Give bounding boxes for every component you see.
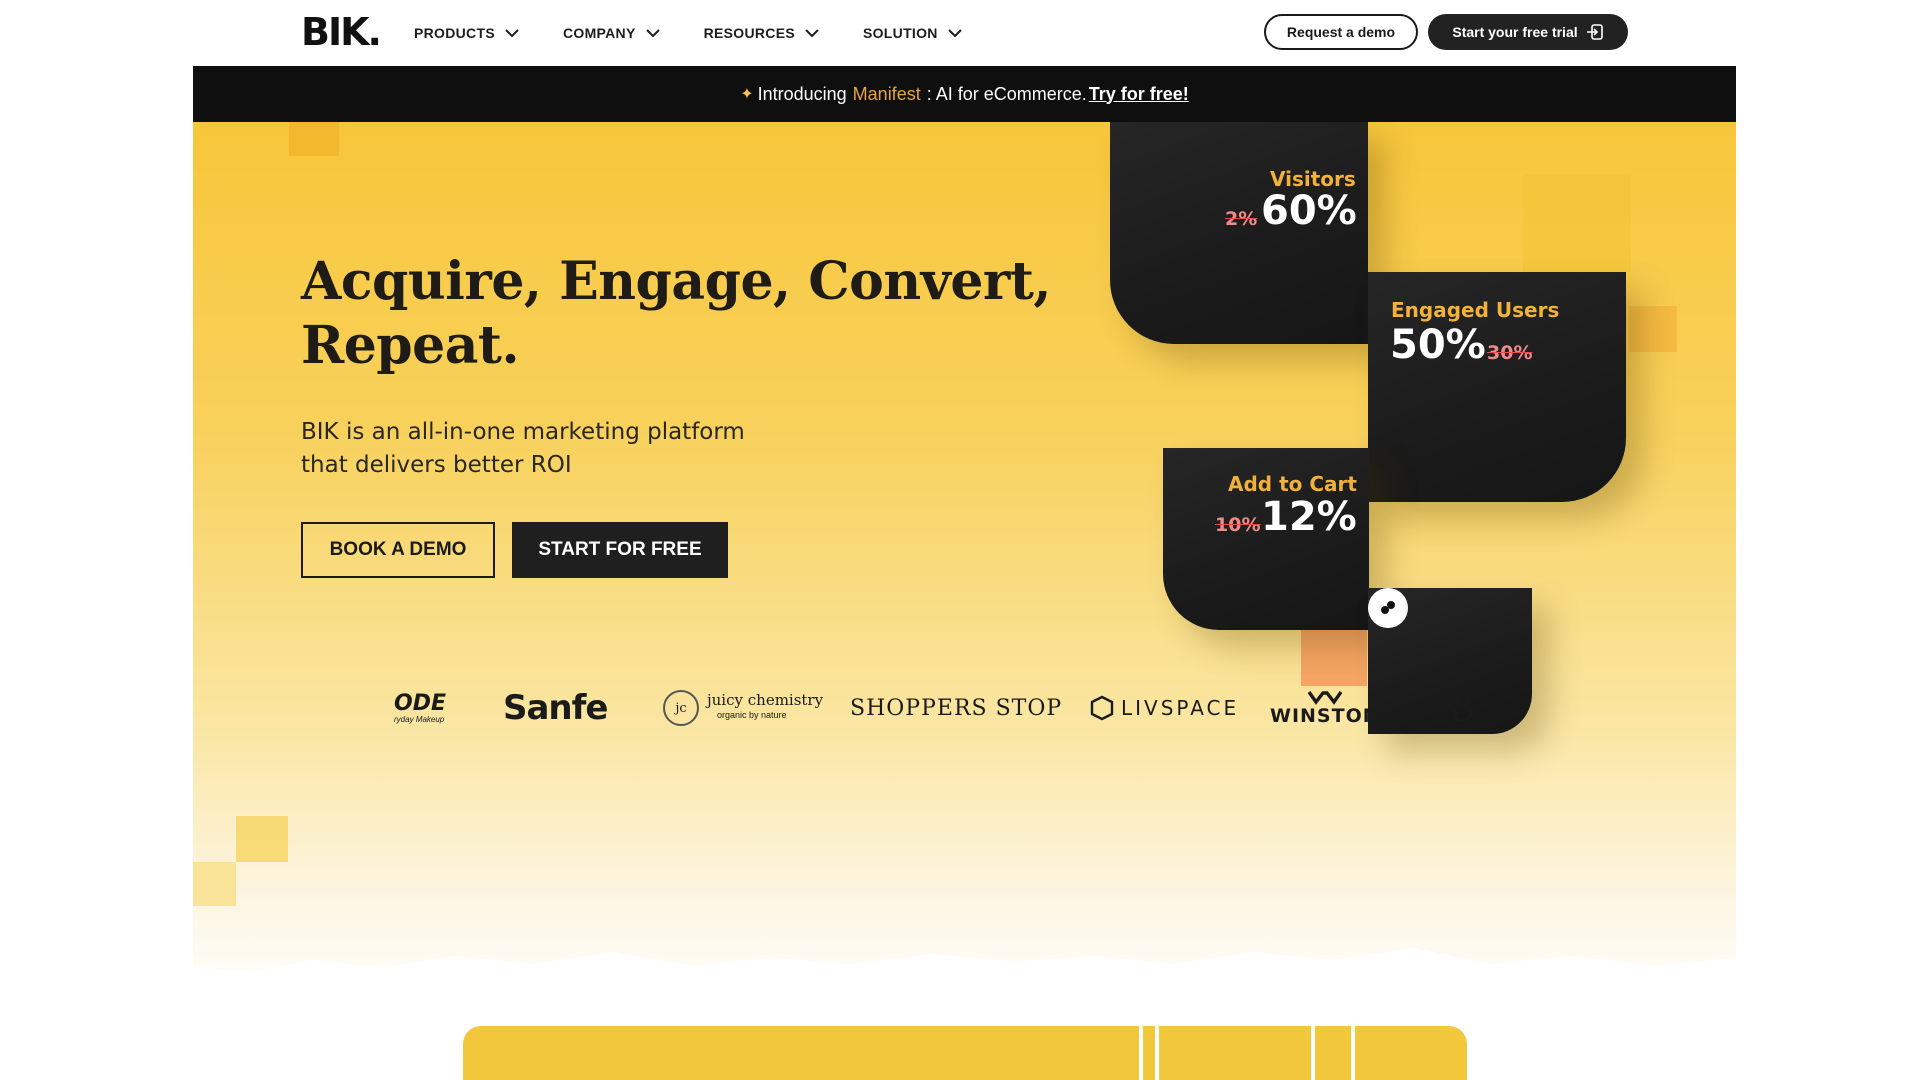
banner-try-link[interactable]: Try for free! bbox=[1089, 84, 1189, 105]
chevron-down-icon bbox=[505, 28, 519, 37]
decor-square bbox=[1629, 306, 1677, 352]
stat-engaged-label: Engaged Users bbox=[1391, 298, 1560, 322]
stat-visitors-new: 60% bbox=[1261, 188, 1357, 234]
menu-solution[interactable]: SOLUTION bbox=[863, 22, 962, 44]
chevron-down-icon bbox=[805, 28, 819, 37]
livspace-mark-icon bbox=[1090, 695, 1114, 721]
logo-jc-tagline: organic by nature bbox=[717, 710, 787, 720]
stat-engaged-old: 30% bbox=[1487, 342, 1533, 364]
stat-cart-old: 10% bbox=[1215, 514, 1261, 536]
logo-livspace-name: LIVSPACE bbox=[1121, 696, 1240, 720]
logo-ode-tagline: ryday Makeup bbox=[394, 714, 445, 724]
stat-visitors-old: 2% bbox=[1225, 208, 1258, 230]
card-stripe bbox=[1311, 1026, 1315, 1080]
logo-winston: WINSTON bbox=[1270, 680, 1380, 736]
logo-partial: 8 bbox=[1450, 685, 1476, 731]
stat-cart-new: 12% bbox=[1261, 494, 1357, 540]
logo-sanfe: Sanfe bbox=[503, 688, 608, 728]
main-menu: PRODUCTS COMPANY RESOURCES SOLUTION bbox=[414, 22, 1006, 44]
logo-ode: ODE ryday Makeup bbox=[394, 680, 446, 736]
feature-card bbox=[463, 1026, 1467, 1080]
hero-section: Acquire, Engage, Convert, Repeat. BIK is… bbox=[193, 122, 1736, 1002]
free-trial-button[interactable]: Start your free trial bbox=[1428, 14, 1628, 50]
hero-sub-line2: that delivers better ROI bbox=[301, 452, 572, 478]
decor-square bbox=[236, 816, 288, 862]
bik-logo[interactable]: BIK. bbox=[301, 12, 382, 52]
chat-widget-button[interactable] bbox=[1368, 588, 1408, 628]
menu-products[interactable]: PRODUCTS bbox=[414, 22, 519, 44]
stat-engaged-new: 50% bbox=[1390, 322, 1486, 368]
menu-products-label: PRODUCTS bbox=[414, 25, 495, 41]
top-navbar: BIK. PRODUCTS COMPANY RESOURCES SOLUTION… bbox=[0, 0, 1920, 66]
customer-logos: ODE ryday Makeup Sanfe jc juicy chemistr… bbox=[200, 680, 1490, 736]
decor-square bbox=[1523, 174, 1631, 272]
card-stripe bbox=[1351, 1026, 1355, 1080]
logo-winston-name: WINSTON bbox=[1270, 705, 1380, 727]
announcement-banner: ✦ Introducing Manifest : AI for eCommerc… bbox=[193, 66, 1736, 122]
decor-square bbox=[289, 122, 339, 156]
logo-shoppers-stop: SHOPPERS STOP bbox=[850, 695, 1063, 721]
logo-livspace: LIVSPACE bbox=[1089, 680, 1239, 736]
menu-solution-label: SOLUTION bbox=[862, 25, 938, 41]
banner-rest: : AI for eCommerce. bbox=[926, 83, 1087, 104]
menu-company[interactable]: COMPANY bbox=[563, 22, 660, 44]
logo-ode-name: ODE bbox=[394, 690, 446, 716]
decor-square bbox=[1301, 630, 1367, 686]
start-free-button[interactable]: START FOR FREE bbox=[512, 522, 728, 578]
logo-jc-badge: jc bbox=[663, 690, 699, 726]
hero-headline-line2: Repeat. bbox=[301, 315, 520, 376]
stat-cart-label: Add to Cart bbox=[1228, 472, 1357, 496]
free-trial-label: Start your free trial bbox=[1452, 24, 1578, 40]
chevron-down-icon bbox=[948, 28, 962, 37]
sign-in-icon bbox=[1586, 24, 1603, 40]
hero-subheadline: BIK is an all-in-one marketing platform … bbox=[301, 416, 821, 482]
card-stripe bbox=[1139, 1026, 1143, 1080]
decor-square bbox=[193, 862, 236, 906]
chevron-down-icon bbox=[645, 28, 660, 37]
torn-paper-edge bbox=[193, 948, 1736, 1002]
hero-sub-line1: BIK is an all-in-one marketing platform bbox=[301, 419, 745, 445]
banner-product: Manifest bbox=[852, 83, 921, 104]
hero-headline-line1: Acquire, Engage, Convert, bbox=[301, 251, 1051, 312]
winston-mark-icon bbox=[1307, 691, 1343, 705]
card-stripe bbox=[1155, 1026, 1159, 1080]
logo-juicy-chemistry: jc juicy chemistry organic by nature bbox=[663, 680, 823, 736]
menu-resources-label: RESOURCES bbox=[703, 25, 795, 41]
sparkle-icon: ✦ bbox=[740, 86, 754, 103]
hero-headline: Acquire, Engage, Convert, Repeat. bbox=[301, 250, 1061, 378]
banner-intro: Introducing bbox=[757, 83, 847, 104]
menu-resources[interactable]: RESOURCES bbox=[704, 22, 819, 44]
menu-company-label: COMPANY bbox=[562, 25, 636, 41]
chat-icon bbox=[1381, 601, 1395, 614]
logo-jc-name: juicy chemistry bbox=[707, 691, 824, 709]
book-demo-button[interactable]: BOOK A DEMO bbox=[301, 522, 495, 578]
request-demo-button[interactable]: Request a demo bbox=[1264, 14, 1418, 50]
